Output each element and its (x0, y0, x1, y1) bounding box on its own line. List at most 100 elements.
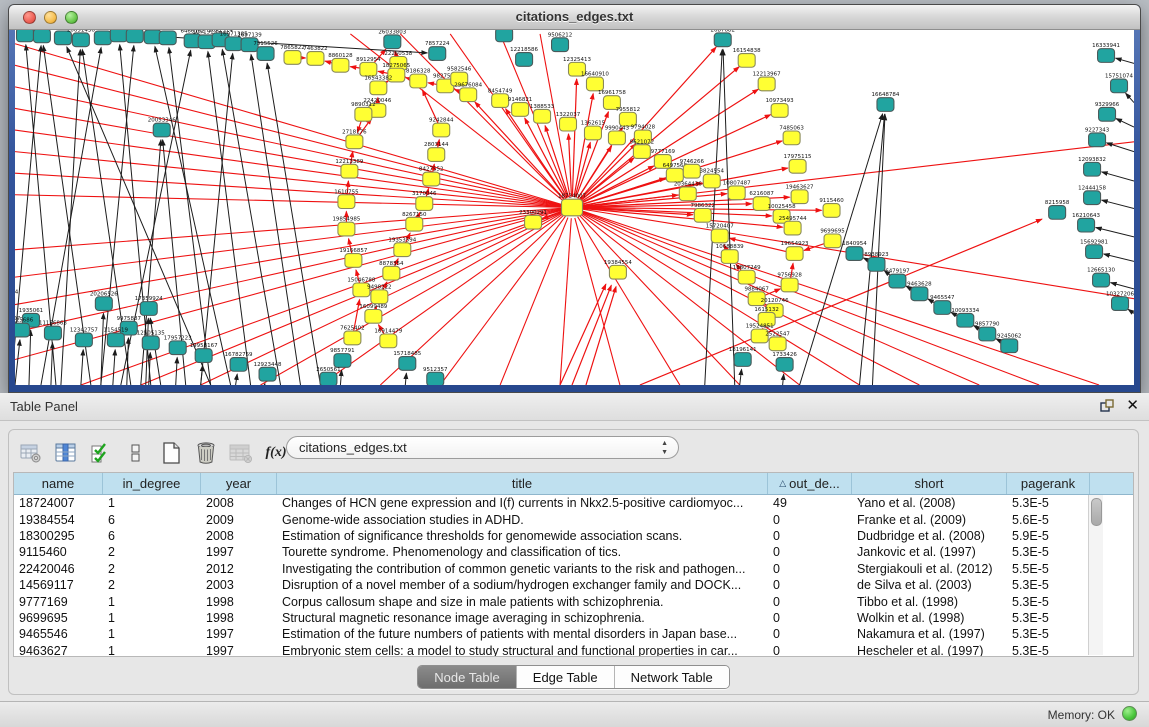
yellow-node[interactable] (345, 254, 362, 268)
teal-node[interactable] (75, 333, 92, 347)
table-row[interactable]: 911546021997Tourette syndrome. Phenomeno… (14, 544, 1133, 560)
yellow-node[interactable] (416, 197, 433, 211)
column-header-pagerank[interactable]: pagerank (1007, 473, 1090, 494)
row-height-icon[interactable] (124, 441, 148, 465)
cell-year[interactable]: 1998 (201, 595, 277, 609)
teal-node[interactable] (142, 336, 159, 350)
cell-title[interactable]: Disruption of a novel member of a sodium… (277, 578, 768, 592)
yellow-node[interactable] (608, 131, 625, 145)
network-view-window[interactable]: citations_edges.txt 74638228860128891295… (8, 4, 1141, 393)
yellow-node[interactable] (738, 270, 755, 284)
cell-pagerank[interactable]: 5.9E-5 (1007, 529, 1090, 543)
yellow-node[interactable] (380, 334, 397, 348)
teal-node[interactable] (552, 38, 569, 52)
cell-title[interactable]: Corpus callosum shape and size in male p… (277, 595, 768, 609)
yellow-node[interactable] (492, 94, 509, 108)
yellow-node[interactable] (460, 88, 477, 102)
teal-node[interactable] (384, 35, 401, 49)
teal-node[interactable] (399, 357, 416, 371)
cell-indegree[interactable]: 1 (103, 644, 201, 657)
cell-pagerank[interactable]: 5.3E-5 (1007, 496, 1090, 510)
cell-indegree[interactable]: 1 (103, 627, 201, 641)
column-header-indegree[interactable]: in_degree (103, 473, 201, 494)
yellow-node[interactable] (791, 190, 808, 204)
teal-node[interactable] (1049, 206, 1066, 220)
teal-node[interactable] (496, 30, 513, 42)
column-visibility-icon[interactable] (54, 441, 78, 465)
yellow-node[interactable] (781, 278, 798, 292)
teal-node[interactable] (140, 302, 157, 316)
table-row[interactable]: 1872400712008Changes of HCN gene express… (14, 495, 1133, 511)
cell-year[interactable]: 1998 (201, 611, 277, 625)
yellow-node[interactable] (338, 195, 355, 209)
cell-name[interactable]: 9777169 (14, 595, 103, 609)
cell-indegree[interactable]: 6 (103, 529, 201, 543)
cell-year[interactable]: 1997 (201, 644, 277, 657)
yellow-node[interactable] (783, 131, 800, 145)
cell-outde[interactable]: 0 (768, 529, 852, 543)
teal-node[interactable] (16, 30, 33, 42)
teal-node[interactable] (257, 47, 274, 61)
cell-outde[interactable]: 0 (768, 578, 852, 592)
teal-node[interactable] (934, 301, 951, 315)
teal-node[interactable] (776, 358, 793, 372)
cell-pagerank[interactable]: 5.5E-5 (1007, 562, 1090, 576)
column-header-title[interactable]: title (277, 473, 768, 494)
table-selector-dropdown[interactable]: citations_edges.txt ▲▼ (286, 436, 679, 459)
yellow-node[interactable] (410, 74, 427, 88)
cell-name[interactable]: 14569117 (14, 578, 103, 592)
table-row[interactable]: 969969511998Structural magnetic resonanc… (14, 610, 1133, 626)
yellow-node[interactable] (534, 109, 551, 123)
cell-indegree[interactable]: 6 (103, 513, 201, 527)
cell-short[interactable]: Tibbo et al. (1998) (852, 595, 1007, 609)
cell-indegree[interactable]: 1 (103, 595, 201, 609)
yellow-node[interactable] (694, 208, 711, 222)
teal-node[interactable] (1111, 79, 1128, 93)
cell-pagerank[interactable]: 5.3E-5 (1007, 644, 1090, 657)
yellow-node[interactable] (679, 187, 696, 201)
teal-node[interactable] (889, 274, 906, 288)
row-selection-icon[interactable] (89, 441, 113, 465)
cell-pagerank[interactable]: 5.3E-5 (1007, 627, 1090, 641)
yellow-node[interactable] (370, 81, 387, 95)
yellow-node[interactable] (512, 103, 529, 117)
yellow-node[interactable] (789, 159, 806, 173)
yellow-node[interactable] (355, 107, 372, 121)
teal-node[interactable] (427, 372, 444, 385)
teal-node[interactable] (1112, 297, 1129, 311)
cell-short[interactable]: Hescheler et al. (1997) (852, 644, 1007, 657)
yellow-node[interactable] (406, 217, 423, 231)
yellow-node[interactable] (758, 77, 775, 91)
network-canvas[interactable]: 7463822886012889129542226053818275065165… (15, 30, 1134, 385)
yellow-node[interactable] (371, 290, 388, 304)
yellow-node[interactable] (383, 266, 400, 280)
node-table[interactable]: namein_degreeyeartitle△out_de...shortpag… (13, 472, 1134, 657)
cell-outde[interactable]: 0 (768, 562, 852, 576)
yellow-node[interactable] (338, 222, 355, 236)
yellow-node[interactable] (633, 145, 650, 159)
cell-year[interactable]: 2003 (201, 578, 277, 592)
cell-short[interactable]: Franke et al. (2009) (852, 513, 1007, 527)
yellow-node[interactable] (784, 221, 801, 235)
teal-node[interactable] (320, 372, 337, 385)
teal-node[interactable] (957, 313, 974, 327)
teal-node[interactable] (195, 349, 212, 363)
cell-indegree[interactable]: 1 (103, 611, 201, 625)
cell-title[interactable]: Estimation of the future numbers of pati… (277, 627, 768, 641)
teal-node[interactable] (225, 37, 242, 51)
yellow-node[interactable] (721, 250, 738, 264)
teal-node[interactable] (259, 367, 276, 381)
cell-outde[interactable]: 49 (768, 496, 852, 510)
yellow-node[interactable] (560, 117, 577, 131)
yellow-node[interactable] (332, 58, 349, 72)
yellow-node[interactable] (344, 331, 361, 345)
cell-title[interactable]: Estimation of significance thresholds fo… (277, 529, 768, 543)
close-panel-icon[interactable]: ✕ (1126, 398, 1139, 413)
table-row[interactable]: 1830029562008Estimation of significance … (14, 528, 1133, 544)
yellow-node[interactable] (683, 164, 700, 178)
teal-node[interactable] (1086, 245, 1103, 259)
cell-short[interactable]: Stergiakouli et al. (2012) (852, 562, 1007, 576)
cell-indegree[interactable]: 2 (103, 545, 201, 559)
table-settings-icon[interactable] (19, 441, 43, 465)
cell-pagerank[interactable]: 5.3E-5 (1007, 595, 1090, 609)
